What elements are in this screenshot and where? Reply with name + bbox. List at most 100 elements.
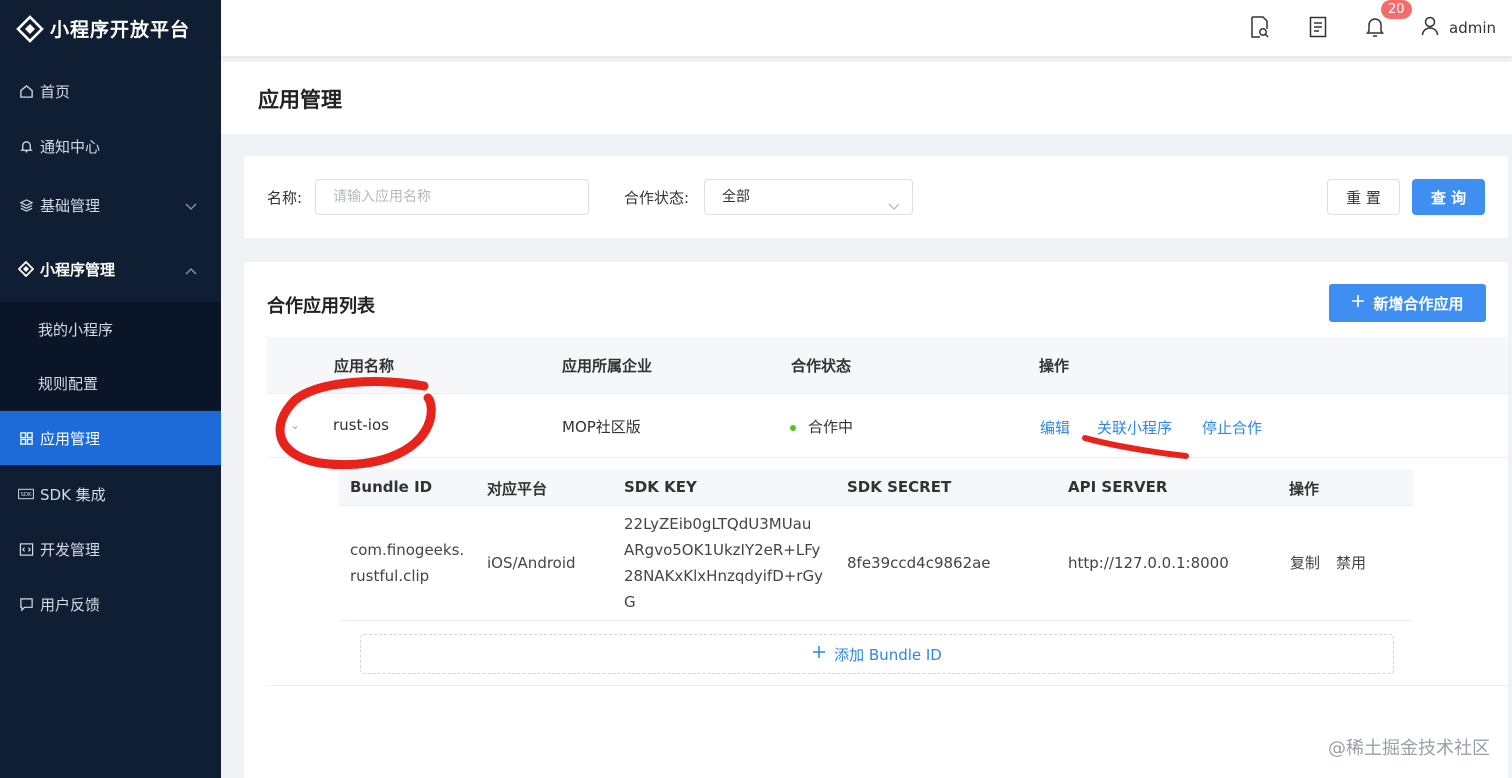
sidebar-item-basic[interactable]: 基础管理 <box>0 179 221 231</box>
sidebar-item-miniprogram[interactable]: 小程序管理 <box>0 243 221 295</box>
sidebar-item-label: SDK 集成 <box>40 485 106 504</box>
status-cell: 合作中 <box>790 416 853 437</box>
plus-icon <box>1351 294 1365 312</box>
col-platform: 对应平台 <box>487 480 548 498</box>
home-icon <box>18 83 34 99</box>
layers-icon <box>18 197 34 213</box>
stop-cooperation-link[interactable]: 停止合作 <box>1202 417 1262 438</box>
table-row: ⌄ rust-ios MOP社区版 合作中 编辑 关联小程序 停止合作 <box>267 394 1508 458</box>
sidebar-item-label: 应用管理 <box>40 429 101 448</box>
brand-title: 小程序开放平台 <box>50 18 191 41</box>
col-app-name: 应用名称 <box>334 357 395 375</box>
doc-search-icon[interactable] <box>1250 16 1270 38</box>
col-company: 应用所属企业 <box>562 357 653 375</box>
sdk-secret-cell: 8fe39ccd4c9862ae <box>847 554 991 572</box>
miniprogram-icon <box>18 261 34 277</box>
chevron-down-icon <box>185 197 197 215</box>
chevron-down-icon <box>888 190 900 224</box>
col-actions: 操作 <box>1039 357 1070 375</box>
status-dot-icon <box>790 424 796 431</box>
plus-icon <box>812 645 826 663</box>
platform-cell: iOS/Android <box>487 554 576 572</box>
notification-badge: 20 <box>1381 0 1412 19</box>
add-app-label: 新增合作应用 <box>1373 294 1464 313</box>
col-status: 合作状态 <box>791 357 852 375</box>
filter-card: 名称: 请输入应用名称 合作状态: 全部 重 置 查 询 <box>244 156 1508 238</box>
table-row: com.finogeeks. rustful.clip iOS/Android … <box>339 506 1413 621</box>
watermark: @稀土掘金技术社区 <box>1328 738 1490 759</box>
sidebar-item-label: 我的小程序 <box>38 321 114 339</box>
reset-button[interactable]: 重 置 <box>1327 179 1400 215</box>
sdk-key-line: 28NAKxKlxHnzqdyifD+rGy <box>624 567 823 585</box>
code-icon <box>18 541 34 557</box>
sidebar-item-label: 通知中心 <box>40 137 101 156</box>
sidebar-item-label: 用户反馈 <box>40 595 101 614</box>
bundle-id-cell: com.finogeeks. rustful.clip <box>350 537 464 589</box>
sidebar: 小程序开放平台 首页 通知中心 基础管理 小程序管理 我的小程序 规则配置 应用… <box>0 0 221 778</box>
col-api-server: API SERVER <box>1068 478 1168 496</box>
sidebar-item-label: 规则配置 <box>38 375 99 393</box>
user-menu[interactable]: admin <box>1421 16 1496 40</box>
status-text: 合作中 <box>808 418 854 436</box>
divider <box>267 685 1508 686</box>
sdk-key-cell: 22LyZEib0gLTQdU3MUau ARgvo5OK1UkzIY2eR+L… <box>624 511 823 615</box>
page-header: 应用管理 <box>221 62 1512 134</box>
add-bundle-id-label: 添加 Bundle ID <box>834 645 942 664</box>
username: admin <box>1449 19 1496 37</box>
feedback-icon <box>18 596 34 612</box>
sidebar-item-label: 开发管理 <box>40 540 101 559</box>
app-name-cell: rust-ios <box>333 416 389 434</box>
company-cell: MOP社区版 <box>562 418 641 436</box>
status-select-value: 全部 <box>722 189 750 205</box>
sidebar-item-label: 基础管理 <box>40 196 101 215</box>
bell-icon <box>18 138 34 154</box>
bundle-table-header: Bundle ID 对应平台 SDK KEY SDK SECRET API SE… <box>339 469 1413 506</box>
sidebar-item-app-management[interactable]: 应用管理 <box>0 411 221 465</box>
api-server-cell: http://127.0.0.1:8000 <box>1068 554 1229 572</box>
sidebar-item-dev[interactable]: 开发管理 <box>0 523 221 575</box>
col-bundle-actions: 操作 <box>1289 480 1320 498</box>
add-app-button[interactable]: 新增合作应用 <box>1329 284 1486 322</box>
sidebar-item-sdk[interactable]: SDK SDK 集成 <box>0 468 221 520</box>
user-icon <box>1421 16 1439 40</box>
grid-icon <box>18 430 34 446</box>
edit-link[interactable]: 编辑 <box>1040 417 1070 438</box>
sidebar-item-label: 小程序管理 <box>40 260 116 279</box>
col-bundle-id: Bundle ID <box>350 478 433 496</box>
sdk-key-line: ARgvo5OK1UkzIY2eR+LFy <box>624 541 821 559</box>
copy-link[interactable]: 复制 <box>1290 550 1320 576</box>
col-sdk-key: SDK KEY <box>624 478 697 496</box>
status-label: 合作状态: <box>624 189 690 207</box>
sidebar-item-feedback[interactable]: 用户反馈 <box>0 578 221 630</box>
bundle-id-line: rustful.clip <box>350 567 430 585</box>
sidebar-item-home[interactable]: 首页 <box>0 65 221 117</box>
chevron-up-icon <box>185 261 197 279</box>
page-title: 应用管理 <box>258 88 342 112</box>
link-miniprogram-link[interactable]: 关联小程序 <box>1097 417 1172 438</box>
sdk-key-line: 22LyZEib0gLTQdU3MUau <box>624 515 812 533</box>
app-name-input[interactable]: 请输入应用名称 <box>315 179 589 215</box>
top-header: 20 admin <box>221 0 1512 56</box>
sdk-icon: SDK <box>18 486 34 502</box>
document-icon[interactable] <box>1309 16 1329 38</box>
name-label: 名称: <box>267 189 303 207</box>
app-list-card: 合作应用列表 新增合作应用 应用名称 应用所属企业 合作状态 操作 ⌄ rust… <box>244 262 1508 778</box>
query-button[interactable]: 查 询 <box>1412 179 1485 215</box>
expand-chevron-icon[interactable]: ⌄ <box>290 418 300 432</box>
list-title: 合作应用列表 <box>267 296 375 317</box>
sdk-key-line: G <box>624 593 636 611</box>
bundle-id-line: com.finogeeks. <box>350 541 465 559</box>
col-sdk-secret: SDK SECRET <box>847 478 952 496</box>
app-table-header: 应用名称 应用所属企业 合作状态 操作 <box>267 337 1508 394</box>
notification-bell-icon[interactable] <box>1366 16 1386 38</box>
svg-text:SDK: SDK <box>21 492 32 498</box>
disable-link[interactable]: 禁用 <box>1336 550 1366 576</box>
status-select[interactable]: 全部 <box>704 179 913 215</box>
sidebar-item-label: 首页 <box>40 82 71 101</box>
brand[interactable]: 小程序开放平台 <box>0 0 221 56</box>
sidebar-item-my-miniprogram[interactable]: 我的小程序 <box>0 302 221 357</box>
add-bundle-id-button[interactable]: 添加 Bundle ID <box>360 634 1394 674</box>
app-name-placeholder: 请输入应用名称 <box>333 189 431 205</box>
sidebar-item-notifications[interactable]: 通知中心 <box>0 120 221 172</box>
sidebar-item-rules[interactable]: 规则配置 <box>0 357 221 410</box>
